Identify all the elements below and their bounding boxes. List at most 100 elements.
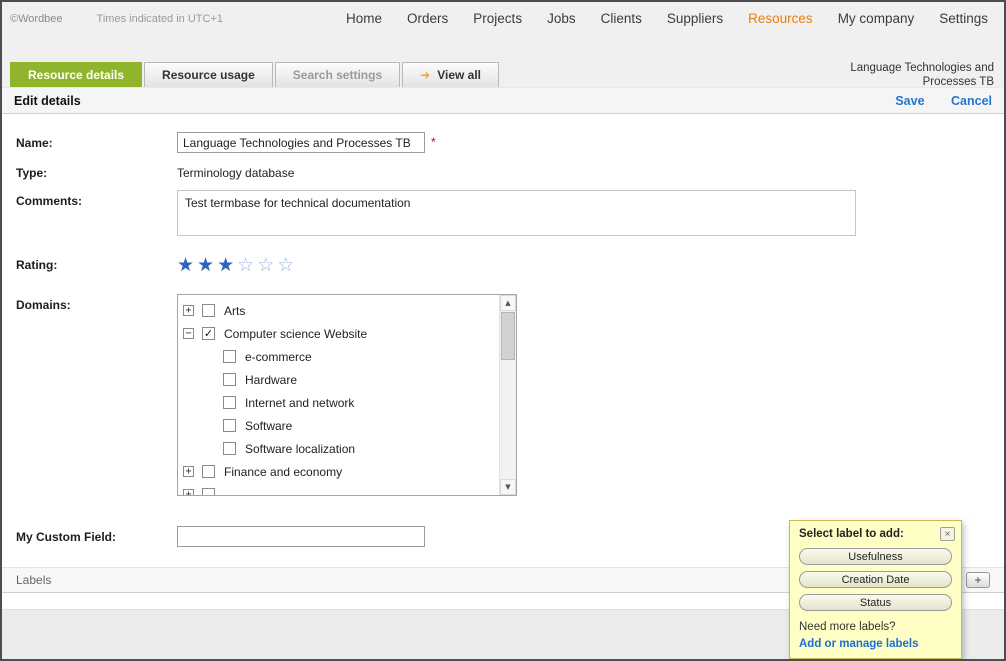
domain-checkbox[interactable]	[223, 419, 236, 432]
domain-checkbox[interactable]	[202, 465, 215, 478]
tab-resource-details[interactable]: Resource details	[10, 62, 142, 87]
scroll-up-button[interactable]: ▲	[500, 295, 516, 311]
nav-item-resources[interactable]: Resources	[748, 11, 813, 26]
collapse-icon[interactable]: −	[183, 328, 194, 339]
nav-item-clients[interactable]: Clients	[601, 11, 642, 26]
nav-item-settings[interactable]: Settings	[939, 11, 988, 26]
domain-row-computer-science-website: −✓ Computer science Website	[183, 322, 494, 345]
label-option-status[interactable]: Status	[799, 594, 952, 611]
top-bar: ©Wordbee Times indicated in UTC+1 HomeOr…	[2, 2, 1004, 35]
type-value: Terminology database	[177, 162, 294, 180]
domains-listbox: +Arts−✓Computer science Websitee-commerc…	[177, 294, 517, 496]
domain-checkbox[interactable]	[223, 442, 236, 455]
domains-label: Domains:	[16, 294, 177, 312]
nav-item-suppliers[interactable]: Suppliers	[667, 11, 723, 26]
tab-view-all[interactable]: ➜ View all	[402, 62, 499, 87]
popup-title: Select label to add:	[799, 528, 940, 540]
star-filled-icon[interactable]: ★	[177, 254, 194, 277]
close-icon[interactable]: ×	[940, 527, 955, 541]
star-empty-icon[interactable]: ☆	[237, 254, 254, 277]
tab-label: Resource details	[28, 68, 124, 82]
domain-label: Internet and network	[245, 396, 354, 410]
domains-tree: +Arts−✓Computer science Websitee-commerc…	[178, 295, 516, 496]
cancel-button[interactable]: Cancel	[951, 94, 992, 108]
domain-row-finance-and-economy: + Finance and economy	[183, 460, 494, 483]
nav-item-projects[interactable]: Projects	[473, 11, 522, 26]
edit-details-bar: Edit details Save Cancel	[2, 87, 1004, 114]
edit-actions: Save Cancel	[873, 92, 992, 110]
domain-checkbox[interactable]	[223, 350, 236, 363]
comments-input[interactable]: Test termbase for technical documentatio…	[177, 190, 856, 236]
labels-section-title: Labels	[16, 573, 51, 587]
domain-label: Hardware	[245, 373, 297, 387]
popup-header: Select label to add: ×	[790, 521, 961, 546]
expand-icon[interactable]: +	[183, 305, 194, 316]
domain-checkbox[interactable]	[223, 373, 236, 386]
tab-resource-usage[interactable]: Resource usage	[144, 62, 273, 87]
timezone-note: Times indicated in UTC+1	[97, 13, 223, 25]
edit-form: Name: * Type: Terminology database Comme…	[2, 114, 1004, 567]
label-option-creation-date[interactable]: Creation Date	[799, 571, 952, 588]
comments-label: Comments:	[16, 190, 177, 208]
star-empty-icon[interactable]: ☆	[277, 254, 294, 277]
domain-row-hardware: Hardware	[183, 368, 494, 391]
domain-checkbox[interactable]	[202, 304, 215, 317]
tab-strip: Resource details Resource usage Search set…	[2, 35, 1004, 87]
scroll-thumb[interactable]	[501, 312, 515, 360]
domain-checkbox[interactable]: ✓	[202, 327, 215, 340]
comments-row: Comments: Test termbase for technical do…	[16, 190, 990, 236]
domain-row-software: Software	[183, 414, 494, 437]
star-empty-icon[interactable]: ☆	[257, 254, 274, 277]
custom-field-label: My Custom Field:	[16, 526, 177, 544]
add-or-manage-labels-link[interactable]: Add or manage labels	[790, 635, 961, 650]
domain-row-arts: + Arts	[183, 299, 494, 322]
expand-icon[interactable]: +	[183, 489, 194, 496]
nav-item-jobs[interactable]: Jobs	[547, 11, 576, 26]
domain-label: Software localization	[245, 442, 355, 456]
header-zone: ©Wordbee Times indicated in UTC+1 HomeOr…	[2, 2, 1004, 87]
resource-title: Language Technologies and Processes TB	[824, 61, 994, 89]
tab-label: Resource usage	[162, 68, 255, 82]
add-label-button[interactable]: +	[966, 572, 990, 588]
save-button[interactable]: Save	[895, 94, 924, 108]
required-asterisk: *	[431, 132, 436, 149]
scroll-down-icon: ▼	[505, 483, 510, 491]
select-label-popup: Select label to add: × Usefulness Creatio…	[789, 520, 962, 659]
domain-label: Arts	[224, 304, 245, 318]
tab-label: Search settings	[293, 68, 382, 82]
domain-row-internet-and-network: Internet and network	[183, 391, 494, 414]
domains-scrollbar[interactable]: ▲ ▼	[499, 295, 516, 495]
type-row: Type: Terminology database	[16, 162, 990, 180]
scroll-down-button[interactable]: ▼	[500, 479, 516, 495]
tab-search-settings: Search settings	[275, 62, 400, 87]
name-label: Name:	[16, 132, 177, 150]
expand-icon[interactable]: +	[183, 466, 194, 477]
domain-label: Computer science Website	[224, 327, 367, 341]
domain-label: Software	[245, 419, 292, 433]
domain-row-item: +	[183, 483, 494, 496]
custom-field-input[interactable]	[177, 526, 425, 547]
rating-row: Rating: ★★★☆☆☆	[16, 254, 990, 277]
rating-stars: ★★★☆☆☆	[177, 254, 294, 277]
domain-checkbox[interactable]	[202, 488, 215, 496]
view-all-arrow-icon: ➜	[420, 68, 430, 82]
rating-label: Rating:	[16, 254, 177, 272]
edit-details-title: Edit details	[14, 94, 81, 108]
domains-row: Domains: + Arts −✓ Computer science Website…	[16, 294, 990, 496]
star-filled-icon[interactable]: ★	[217, 254, 234, 277]
label-option-usefulness[interactable]: Usefulness	[799, 548, 952, 565]
name-row: Name: *	[16, 132, 990, 153]
name-input[interactable]	[177, 132, 425, 153]
main-nav: Home Orders Projects Jobs Clients Suppliers Re…	[346, 11, 992, 26]
domain-checkbox[interactable]	[223, 396, 236, 409]
page: ©Wordbee Times indicated in UTC+1 HomeOr…	[0, 0, 1006, 661]
nav-item-my-company[interactable]: My company	[838, 11, 915, 26]
tabs: Resource details Resource usage Search set…	[10, 62, 501, 87]
domain-row-software-localization: Software localization	[183, 437, 494, 460]
domain-label: Finance and economy	[224, 465, 342, 479]
nav-item-home[interactable]: Home	[346, 11, 382, 26]
tab-label: View all	[437, 68, 481, 82]
nav-item-orders[interactable]: Orders	[407, 11, 448, 26]
star-filled-icon[interactable]: ★	[197, 254, 214, 277]
type-label: Type:	[16, 162, 177, 180]
